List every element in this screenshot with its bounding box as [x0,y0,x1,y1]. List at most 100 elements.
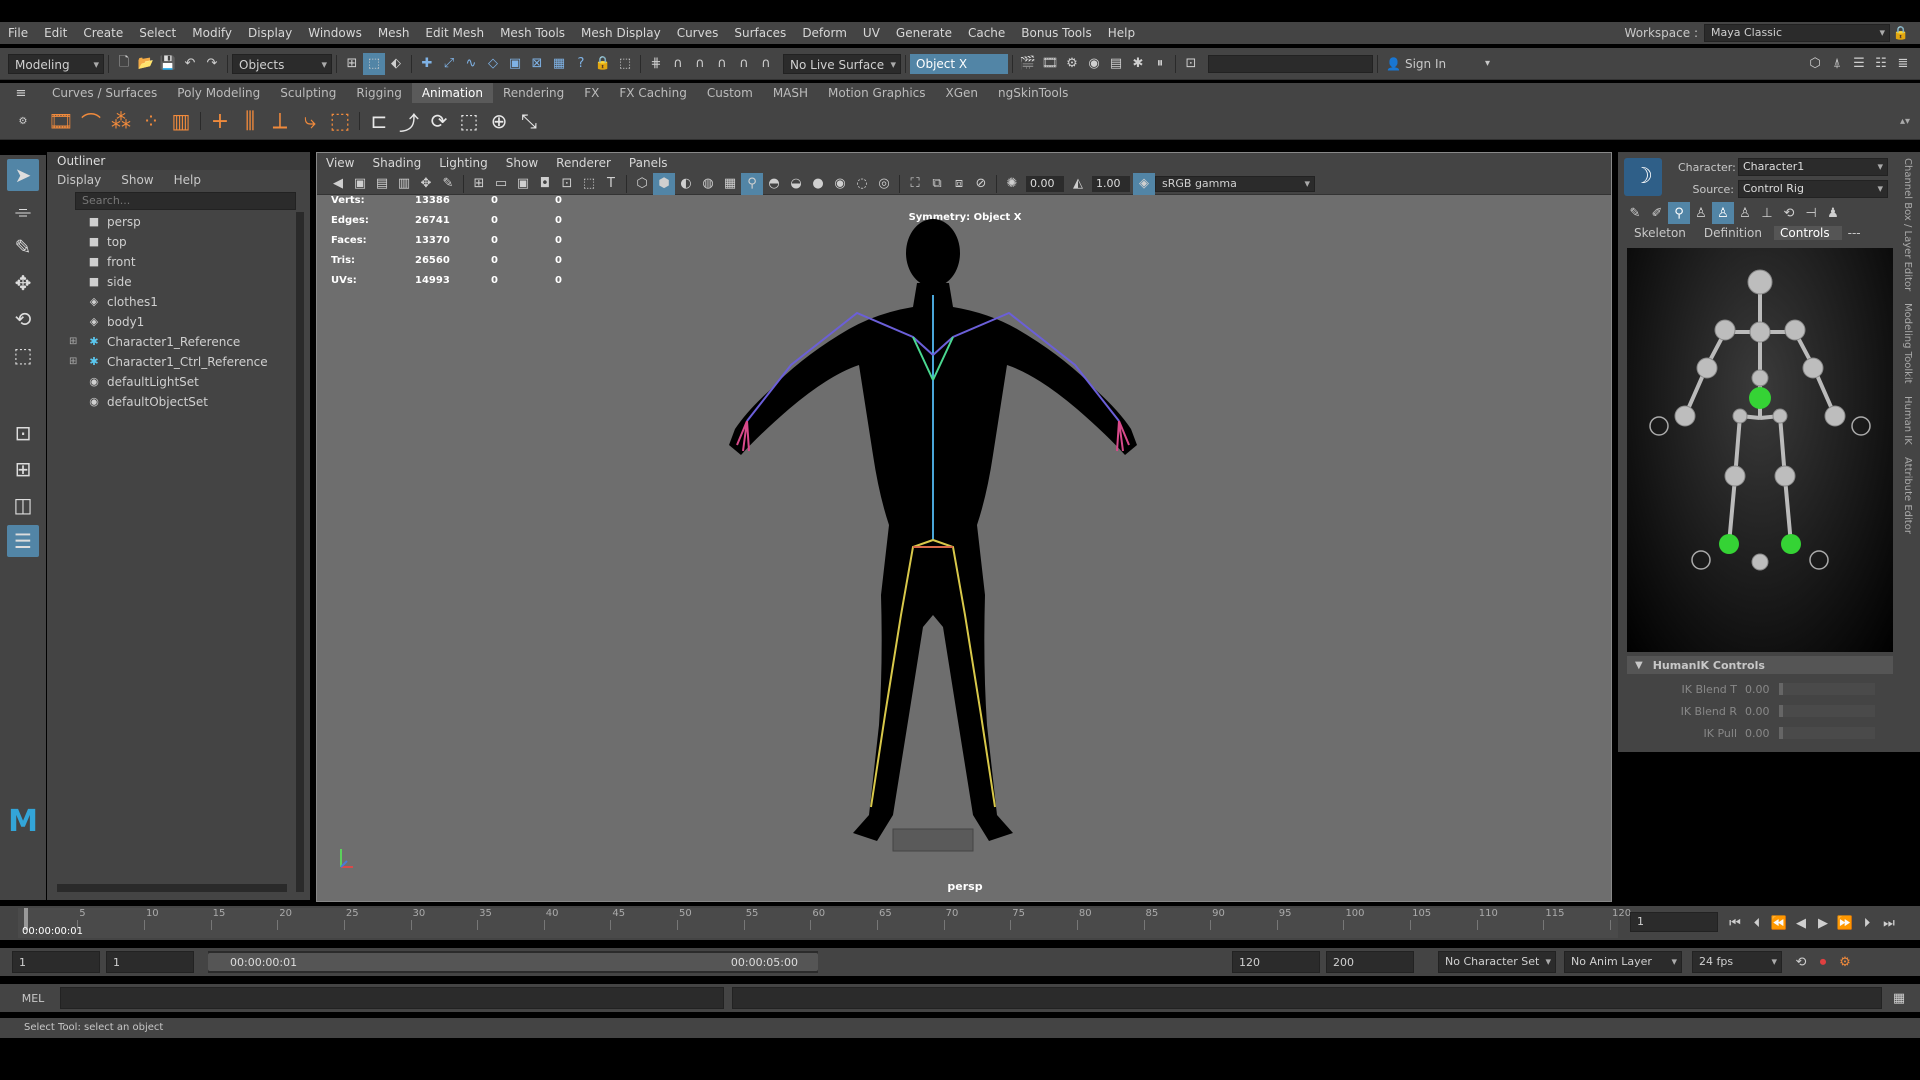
xray-active-icon[interactable]: ⧈ [948,173,970,195]
viewport-menu-renderer[interactable]: Renderer [547,153,620,173]
smooth-shade-icon[interactable]: ⬢ [653,172,675,195]
color-management-icon[interactable]: ◈ [1133,172,1155,195]
wireframe-on-shaded-icon[interactable]: ◍ [697,173,719,195]
character-skeleton-view[interactable] [317,195,1613,895]
viewport-menu-lighting[interactable]: Lighting [430,153,497,173]
menu-uv[interactable]: UV [855,22,888,44]
menu-edit-mesh[interactable]: Edit Mesh [417,22,492,44]
shelf-tab-rigging[interactable]: Rigging [346,83,411,103]
humanik-tab-more[interactable]: --- [1842,226,1873,240]
four-view-layout-icon[interactable]: ⊞ [7,453,39,485]
side-tab-channel-box-layer-editor[interactable]: Channel Box / Layer Editor [1902,152,1913,297]
outliner-menu-help[interactable]: Help [164,170,211,190]
outliner-item-defaultobjectset[interactable]: ◉ defaultObjectSet [47,392,310,412]
fps-dropdown[interactable]: 24 fps [1692,951,1782,973]
anim-layer-dropdown[interactable]: No Anim Layer [1564,951,1682,973]
select-by-misc-icon[interactable]: ? [570,53,592,75]
shelf-tab-fx[interactable]: FX [574,83,609,103]
shelf-tab-curves-surfaces[interactable]: Curves / Surfaces [42,83,167,103]
humanik-tab-skeleton[interactable]: Skeleton [1628,226,1698,240]
new-scene-icon[interactable]: 🗋 [113,53,135,75]
gamma-icon[interactable]: ◭ [1067,173,1089,195]
control-slider[interactable] [1779,727,1875,739]
light-editor-icon[interactable]: ✱ [1127,53,1149,75]
snap-curve-icon[interactable]: ∩ [667,53,689,75]
viewport-menu-view[interactable]: View [317,153,363,173]
menu-create[interactable]: Create [75,22,131,44]
shelf-tab-animation[interactable]: Animation [411,83,493,103]
play-backwards-icon[interactable]: ◀ [1790,912,1812,934]
control-value[interactable]: 0.00 [1745,683,1775,696]
anim-prefs-icon[interactable]: ⚙ [1834,951,1856,973]
selection-mode-dropdown[interactable]: Objects [232,53,332,75]
pole-vector-icon[interactable]: ⤡ [514,106,544,136]
release-pin-icon[interactable]: ⊣ [1800,202,1822,224]
render-setup-icon[interactable]: ▤ [1105,53,1127,75]
shelf-tab-mash[interactable]: MASH [763,83,818,103]
wireframe-icon[interactable]: ⬡ [631,173,653,195]
select-by-dynamic-icon[interactable]: ⊠ [526,53,548,75]
select-by-surface-icon[interactable]: ◇ [482,53,504,75]
orient-constraint-icon[interactable]: ⟳ [424,106,454,136]
humanik-tab-controls[interactable]: Controls [1774,226,1842,240]
shelf-tab-xgen[interactable]: XGen [936,83,989,103]
paint-select-tool-icon[interactable]: ✎ [7,231,39,263]
menu-windows[interactable]: Windows [300,22,370,44]
isolate-select-icon[interactable]: ⛶ [904,173,926,195]
select-tool-icon[interactable]: ➤ [7,159,39,191]
loop-icon[interactable]: ⟲ [1790,951,1812,973]
select-by-handle-icon[interactable]: ✚ [416,53,438,75]
menu-mesh-tools[interactable]: Mesh Tools [492,22,573,44]
menu-edit[interactable]: Edit [36,22,75,44]
body-part-icon[interactable]: ✐ [1646,202,1668,224]
animation-end-field[interactable]: 200 [1326,951,1414,973]
lattice-icon[interactable]: ⬚ [325,106,355,136]
outliner-search-input[interactable]: Search... [75,192,296,210]
key-all-icon[interactable]: ♙ [1690,202,1712,224]
hypershade-icon[interactable]: ◉ [1083,53,1105,75]
side-tab-attribute-editor[interactable]: Attribute Editor [1902,451,1913,540]
bake-icon[interactable]: ▥ [166,106,196,136]
key-selected-icon[interactable]: ♙ [1734,202,1756,224]
move-tool-icon[interactable]: ✥ [7,267,39,299]
step-back-icon[interactable]: ⏴ [1746,912,1768,934]
source-dropdown[interactable]: Control Rig [1738,180,1888,198]
color-space-dropdown[interactable]: sRGB gamma [1155,175,1315,192]
save-scene-icon[interactable]: 💾 [157,53,179,75]
outliner-item-side[interactable]: ■ side [47,272,310,292]
highlight-selection-icon[interactable]: ⬚ [614,53,636,75]
menu-curves[interactable]: Curves [669,22,727,44]
outliner-menu-show[interactable]: Show [111,170,163,190]
workspace-dropdown[interactable]: Maya Classic [1704,24,1890,42]
pin-translation-icon[interactable]: ⊥ [1756,202,1778,224]
single-view-layout-icon[interactable]: ⊡ [7,417,39,449]
shelf-tab-poly-modeling[interactable]: Poly Modeling [167,83,270,103]
ik-handle-icon[interactable]: ⟂ [265,106,295,136]
shelf-options-icon[interactable]: ⚙ [12,110,34,132]
ik-spline-icon[interactable]: ⤷ [295,106,325,136]
step-back-key-icon[interactable]: ⏪ [1768,912,1790,934]
outliner-hscrollbar[interactable] [57,884,287,892]
timeline-track[interactable]: 5 10 15 20 25 30 35 40 45 50 55 60 65 70 75 80 85 90 95 100… [18,908,1631,938]
shelf-tab-ngskintools[interactable]: ngSkinTools [988,83,1078,103]
modeling-toolkit-icon[interactable]: ⬡ [1804,53,1826,75]
exposure-icon[interactable]: ✺ [1001,173,1023,195]
playback-start-field[interactable]: 1 [106,951,194,973]
depth-of-field-icon[interactable]: ◎ [873,173,895,195]
playblast-icon[interactable]: 🎞 [46,106,76,136]
motion-trail-icon[interactable]: ⌒ [76,106,106,136]
open-scene-icon[interactable]: 📂 [135,53,157,75]
control-value[interactable]: 0.00 [1745,727,1775,740]
range-handle[interactable] [208,953,818,971]
lock-icon[interactable]: 🔒 [1890,22,1912,44]
side-tab-modeling-toolkit[interactable]: Modeling Toolkit [1902,297,1913,390]
gamma-field[interactable]: 1.00 [1092,175,1130,192]
undo-icon[interactable]: ↶ [179,53,201,75]
select-object-icon[interactable]: ⬚ [363,52,385,75]
shelf-tab-rendering[interactable]: Rendering [493,83,574,103]
mel-label[interactable]: MEL [10,992,56,1005]
menu-help[interactable]: Help [1100,22,1143,44]
redo-icon[interactable]: ↷ [201,53,223,75]
select-by-deform-icon[interactable]: ▣ [504,53,526,75]
pause-icon[interactable]: ⏸ [1149,53,1171,75]
